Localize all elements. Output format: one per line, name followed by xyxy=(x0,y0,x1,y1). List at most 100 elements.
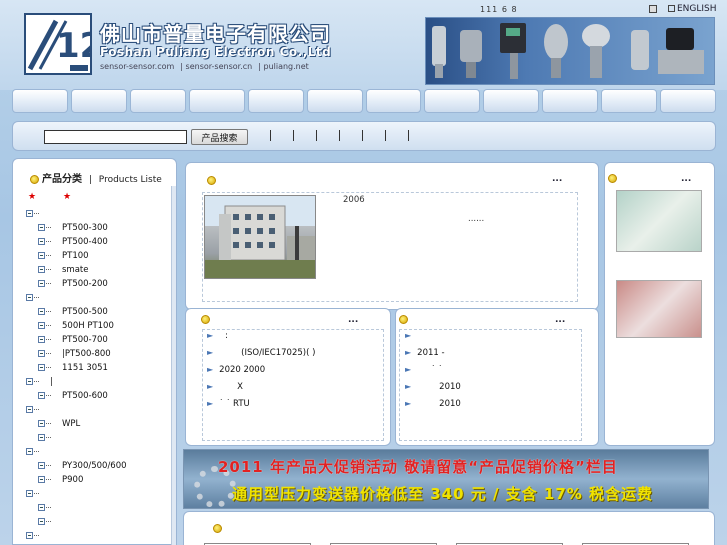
tree-leaf-icon[interactable] xyxy=(38,308,45,315)
tree-item[interactable]: PT100 xyxy=(38,251,89,261)
tree-category[interactable] xyxy=(26,209,50,219)
main-nav xyxy=(12,89,717,113)
tree-item[interactable]: 1151 3051 xyxy=(38,363,108,373)
tree-item[interactable]: PT500-200 xyxy=(38,279,108,289)
news-left-more-link[interactable]: ... xyxy=(348,315,358,325)
company-logo[interactable]: 12 xyxy=(24,13,92,75)
tree-category[interactable] xyxy=(26,447,50,457)
tree-leaf-icon[interactable] xyxy=(38,336,45,343)
tree-leaf-icon[interactable] xyxy=(38,462,45,469)
nav-item[interactable] xyxy=(247,89,304,113)
nav-item[interactable] xyxy=(483,89,540,113)
certificates-more-link[interactable]: ... xyxy=(681,174,691,184)
tree-item[interactable]: WPL xyxy=(38,419,80,429)
news-item[interactable]: ► 2010 xyxy=(405,399,461,409)
expand-icon[interactable] xyxy=(26,294,33,301)
tree-leaf-icon[interactable] xyxy=(38,434,45,441)
expand-icon[interactable] xyxy=(26,210,33,217)
news-item[interactable]: ► 2010 xyxy=(405,382,461,392)
tree-item[interactable]: PT500-300 xyxy=(38,223,108,233)
news-item[interactable]: ► ˙ ˙ xyxy=(405,365,442,375)
tree-category[interactable] xyxy=(26,405,50,415)
domain-link[interactable]: sensor-sensor.cn xyxy=(186,62,253,71)
news-item[interactable]: ► xyxy=(405,331,417,341)
tree-item[interactable]: 500H PT100 xyxy=(38,321,114,331)
tree-item[interactable]: |PT500-800 xyxy=(38,349,111,359)
tree-category[interactable]: | xyxy=(26,377,53,387)
site-header: 12 佛山市普量电子有限公司 Foshan Puliang Electron C… xyxy=(0,0,727,90)
tree-leaf-icon[interactable] xyxy=(38,364,45,371)
news-item[interactable]: ► 2020 2000 xyxy=(207,365,265,375)
nav-item[interactable] xyxy=(188,89,245,113)
phone-number: 111 6 8 xyxy=(480,5,518,14)
tree-leaf-icon[interactable] xyxy=(38,252,45,259)
tree-leaf-icon[interactable] xyxy=(38,238,45,245)
news-item[interactable]: ► ˙ ˙ RTU xyxy=(207,399,250,409)
arrow-icon: ► xyxy=(405,348,412,357)
expand-icon[interactable] xyxy=(26,448,33,455)
expand-icon[interactable] xyxy=(26,406,33,413)
arrow-icon: ► xyxy=(405,331,412,340)
news-item[interactable]: ► 2011 - xyxy=(405,348,445,358)
sidebar-title-cn: 产品分类 xyxy=(42,174,82,185)
tree-item[interactable] xyxy=(38,503,62,513)
tree-leaf-icon[interactable] xyxy=(38,476,45,483)
certificate-image[interactable] xyxy=(616,280,702,338)
nav-item[interactable] xyxy=(70,89,127,113)
tree-leaf-icon[interactable] xyxy=(38,224,45,231)
tree-leaf-icon[interactable] xyxy=(38,280,45,287)
tree-category[interactable] xyxy=(26,293,50,303)
tree-category[interactable] xyxy=(26,531,50,541)
nav-item[interactable] xyxy=(306,89,363,113)
tree-item[interactable]: P900 xyxy=(38,475,83,485)
title-separator: | xyxy=(88,175,92,185)
news-right-more-link[interactable]: ... xyxy=(555,315,565,325)
tree-leaf-icon[interactable] xyxy=(38,350,45,357)
tree-leaf-icon[interactable] xyxy=(38,420,45,427)
tree-leaf-icon[interactable] xyxy=(38,322,45,329)
tree-item[interactable] xyxy=(38,517,62,527)
news-item[interactable]: ►: xyxy=(207,331,228,341)
expand-icon[interactable] xyxy=(26,490,33,497)
domain-link[interactable]: puliang.net xyxy=(263,62,308,71)
tree-category[interactable] xyxy=(26,489,50,499)
english-link[interactable]: ENGLISH xyxy=(668,4,717,14)
nav-item[interactable] xyxy=(129,89,186,113)
news-item[interactable]: ► (ISO/IEC17025)( ) xyxy=(207,348,315,358)
tree-item[interactable]: smate xyxy=(38,265,88,275)
star-icon: ★ xyxy=(62,192,72,202)
expand-icon[interactable] xyxy=(26,378,33,385)
nav-item[interactable] xyxy=(660,89,717,113)
nav-item[interactable] xyxy=(601,89,658,113)
sidebar-title: 产品分类 | Products Liste xyxy=(30,170,162,185)
flag-icon xyxy=(668,5,675,12)
sidebar-scrollbar[interactable] xyxy=(171,186,176,545)
nav-item[interactable] xyxy=(542,89,599,113)
expand-icon[interactable] xyxy=(26,532,33,539)
nav-item[interactable] xyxy=(365,89,422,113)
tree-leaf-icon[interactable] xyxy=(38,392,45,399)
sidebar-title-en: Products Liste xyxy=(98,175,162,185)
tree-item[interactable] xyxy=(38,433,62,443)
nav-item[interactable] xyxy=(424,89,481,113)
tree-item[interactable]: PT500-600 xyxy=(38,391,108,401)
certificate-image[interactable] xyxy=(616,190,702,252)
bullet-icon xyxy=(30,175,39,184)
tree-item[interactable]: PT500-500 xyxy=(38,307,108,317)
tree-leaf-icon[interactable] xyxy=(38,266,45,273)
tree-leaf-icon[interactable] xyxy=(38,504,45,511)
tree-item[interactable]: PT500-400 xyxy=(38,237,108,247)
tree-leaf-icon[interactable] xyxy=(38,518,45,525)
about-more-link[interactable]: ... xyxy=(552,174,562,184)
logo-mark-icon: 12 xyxy=(27,19,90,71)
search-input[interactable] xyxy=(44,130,187,144)
search-button[interactable]: 产品搜索 xyxy=(191,129,248,145)
tree-item[interactable]: PT500-700 xyxy=(38,335,108,345)
home-icon[interactable] xyxy=(649,5,657,13)
divider xyxy=(408,130,409,141)
nav-item[interactable] xyxy=(12,89,68,113)
promotion-banner[interactable]: 2011 年产品大促销活动 敬请留意“产品促销价格”栏目 通用型压力变送器价格低… xyxy=(183,449,709,509)
news-item[interactable]: ► X xyxy=(207,382,243,392)
tree-item[interactable]: PY300/500/600 xyxy=(38,461,127,471)
domain-link[interactable]: sensor-sensor.com xyxy=(100,62,174,71)
